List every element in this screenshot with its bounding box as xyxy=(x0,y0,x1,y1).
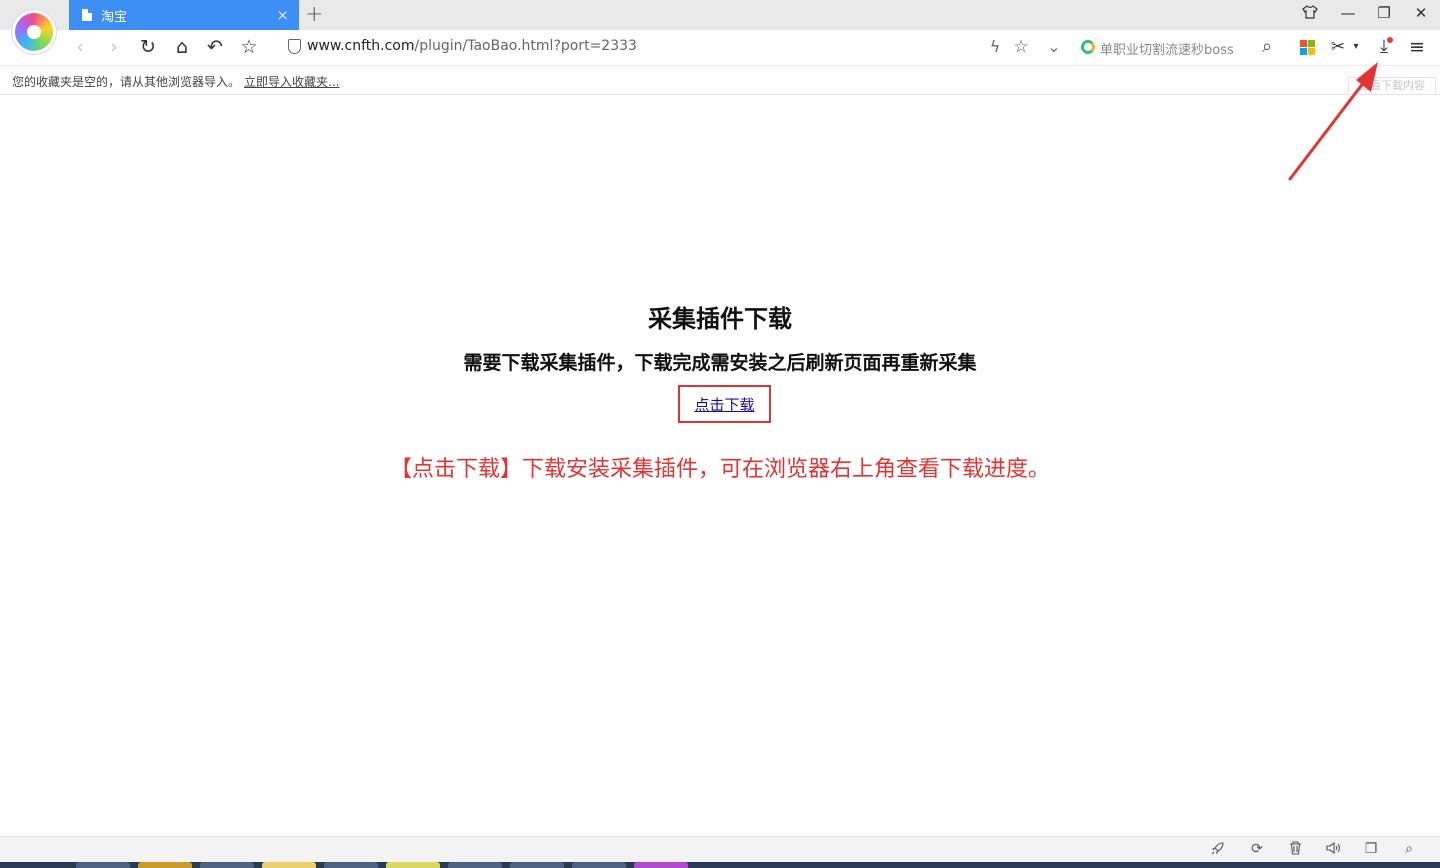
sound-icon[interactable] xyxy=(1324,841,1342,859)
reload-icon[interactable]: ↻ xyxy=(136,35,160,59)
page-content: 采集插件下载 需要下载采集插件，下载完成需安装之后刷新页面再重新采集 点击下载 … xyxy=(0,96,1440,836)
address-host: www.cnfth.com xyxy=(307,38,415,54)
page-title: 采集插件下载 xyxy=(648,305,792,333)
taskbar-item[interactable] xyxy=(138,862,192,868)
title-bar: 淘宝 × + — ❐ ✕ xyxy=(0,0,1440,30)
taskbar-item[interactable] xyxy=(262,862,316,868)
address-bar[interactable]: www.cnfth.com/plugin/TaoBao.html?port=23… xyxy=(307,38,637,54)
search-engine-icon[interactable] xyxy=(1081,40,1095,54)
new-tab-button[interactable]: + xyxy=(305,2,323,27)
download-highlight-box: 点击下载 xyxy=(678,385,771,423)
rocket-icon[interactable] xyxy=(1209,841,1227,859)
search-icon[interactable]: ⌕ xyxy=(1255,35,1279,59)
taskbar-item[interactable] xyxy=(324,862,378,868)
scissors-icon[interactable]: ✂ xyxy=(1326,35,1350,59)
taskbar-item[interactable] xyxy=(572,862,626,868)
browser-logo[interactable] xyxy=(11,9,57,55)
menu-icon[interactable]: ≡ xyxy=(1405,35,1429,59)
undo-icon[interactable]: ↶ xyxy=(203,35,227,59)
taskbar-item[interactable] xyxy=(510,862,564,868)
taskbar-item[interactable] xyxy=(200,862,254,868)
instruction-text: 【点击下载】下载安装采集插件，可在浏览器右上角查看下载进度。 xyxy=(389,457,1050,482)
star-icon[interactable]: ☆ xyxy=(1009,35,1033,59)
taskbar-item[interactable] xyxy=(76,862,130,868)
home-icon[interactable]: ⌂ xyxy=(170,35,194,59)
minimize-icon[interactable]: — xyxy=(1337,4,1359,22)
status-bar: ⟳ ❐ ⌕ xyxy=(0,836,1440,862)
tab-title: 淘宝 xyxy=(101,9,128,25)
favorite-icon[interactable]: ☆ xyxy=(237,35,261,59)
download-link[interactable]: 点击下载 xyxy=(694,394,754,415)
page-icon xyxy=(82,9,92,21)
trash-icon[interactable] xyxy=(1286,841,1304,859)
lightning-icon[interactable]: ϟ xyxy=(983,35,1007,59)
page-subtitle: 需要下载采集插件，下载完成需安装之后刷新页面再重新采集 xyxy=(463,352,977,374)
accelerate-icon[interactable]: ⟳ xyxy=(1248,841,1266,857)
chevron-down-icon[interactable]: ⌄ xyxy=(1042,35,1066,59)
taskbar-item[interactable] xyxy=(634,862,688,868)
shield-icon xyxy=(288,39,301,54)
import-bookmarks-link[interactable]: 立即导入收藏夹... xyxy=(244,73,339,90)
address-path: /plugin/TaoBao.html?port=2333 xyxy=(414,38,637,54)
restore-icon[interactable]: ❐ xyxy=(1373,4,1395,22)
taskbar-item[interactable] xyxy=(448,862,502,868)
tab-close-icon[interactable]: × xyxy=(276,6,289,24)
zoom-icon[interactable]: ⌕ xyxy=(1400,841,1418,857)
view-downloads-button[interactable]: 查看下载内容 xyxy=(1348,77,1436,95)
tab-taobao[interactable]: 淘宝 × xyxy=(69,0,299,30)
bookmarks-empty-text: 您的收藏夹是空的，请从其他浏览器导入。 xyxy=(12,75,241,89)
scissors-menu-icon[interactable]: ▾ xyxy=(1350,35,1362,59)
close-window-icon[interactable]: ✕ xyxy=(1410,4,1432,22)
toolbar: ‹ › ↻ ⌂ ↶ ☆ www.cnfth.com/plugin/TaoBao.… xyxy=(0,30,1440,65)
skin-icon[interactable] xyxy=(1299,4,1321,24)
apps-icon[interactable] xyxy=(1300,40,1315,55)
taskbar-item[interactable] xyxy=(386,862,440,868)
search-hint[interactable]: 单职业切割流速秒boss xyxy=(1100,39,1234,58)
back-icon[interactable]: ‹ xyxy=(68,35,92,59)
bookmark-bar: 您的收藏夹是空的，请从其他浏览器导入。 立即导入收藏夹... xyxy=(0,65,1440,95)
download-badge xyxy=(1387,37,1393,43)
os-taskbar xyxy=(0,862,1440,868)
forward-icon[interactable]: › xyxy=(102,35,126,59)
window-icon[interactable]: ❐ xyxy=(1362,841,1380,857)
